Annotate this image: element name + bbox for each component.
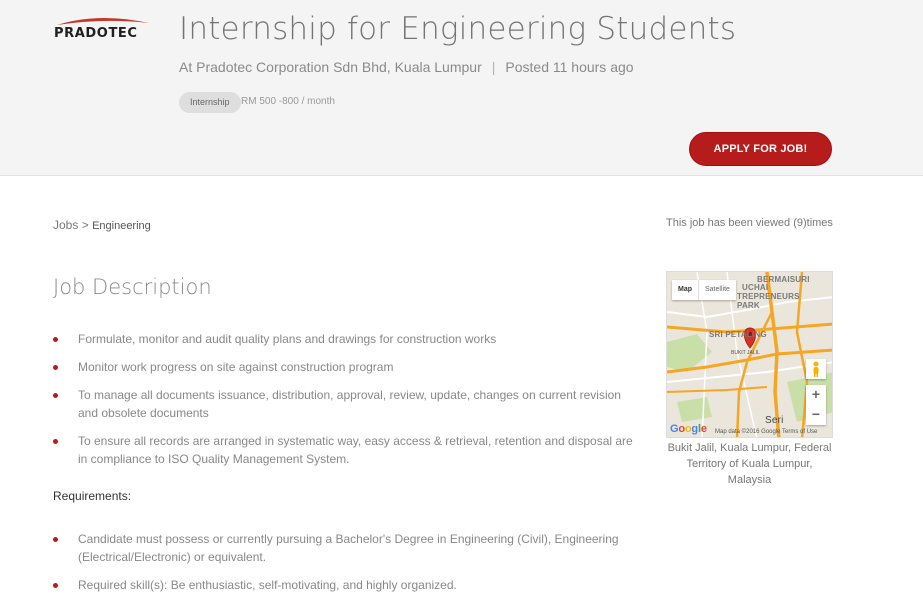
company-separator: | bbox=[491, 59, 496, 75]
breadcrumb: Jobs > Engineering bbox=[53, 218, 151, 232]
street-view-pegman-icon[interactable] bbox=[806, 359, 826, 379]
bullet-icon bbox=[53, 439, 58, 444]
bullet-icon bbox=[53, 365, 58, 370]
bullet-icon bbox=[53, 537, 58, 542]
google-logo-letter: e bbox=[700, 423, 707, 435]
map-label-seri: Seri bbox=[765, 415, 784, 426]
zoom-out-button[interactable]: − bbox=[806, 405, 826, 425]
map-type-tabs: Map Satellite bbox=[672, 280, 736, 300]
list-item: Formulate, monitor and audit quality pla… bbox=[53, 330, 643, 348]
company-line: At Pradotec Corporation Sdn Bhd, Kuala L… bbox=[179, 59, 634, 75]
company-location[interactable]: At Pradotec Corporation Sdn Bhd, Kuala L… bbox=[179, 59, 482, 75]
bullet-icon bbox=[53, 393, 58, 398]
map-label-trepreneurs: TREPRENEURS bbox=[737, 292, 800, 301]
breadcrumb-separator: > bbox=[81, 218, 89, 232]
posted-time: Posted 11 hours ago bbox=[505, 59, 634, 75]
logo-text: PRADOTEC bbox=[54, 26, 138, 41]
list-item-text: To ensure all records are arranged in sy… bbox=[78, 434, 633, 466]
bullet-icon bbox=[53, 337, 58, 342]
list-item-text: Required skill(s): Be enthusiastic, self… bbox=[78, 578, 457, 592]
map-tab[interactable]: Map bbox=[672, 280, 698, 300]
job-header: PRADOTEC Internship for Engineering Stud… bbox=[0, 0, 923, 176]
breadcrumb-current[interactable]: Engineering bbox=[92, 220, 151, 232]
job-description-list: Formulate, monitor and audit quality pla… bbox=[53, 330, 643, 478]
apply-for-job-button[interactable]: APPLY FOR JOB! bbox=[689, 132, 832, 166]
list-item-text: Monitor work progress on site against co… bbox=[78, 360, 394, 374]
job-type-badge: Internship bbox=[179, 92, 241, 113]
breadcrumb-jobs-link[interactable]: Jobs bbox=[53, 218, 78, 232]
job-title: Internship for Engineering Students bbox=[179, 11, 737, 47]
address-line: Bukit Jalil, Kuala Lumpur, Federal bbox=[667, 442, 832, 454]
list-item: To manage all documents issuance, distri… bbox=[53, 386, 643, 422]
view-count: This job has been viewed (9)times bbox=[666, 217, 833, 229]
map-label-uchai: UCHAI bbox=[742, 283, 769, 292]
map-attribution[interactable]: Map data ©2016 Google Terms of Use bbox=[715, 429, 817, 435]
list-item: Required skill(s): Be enthusiastic, self… bbox=[53, 576, 643, 594]
salary-range: RM 500 -800 / month bbox=[241, 96, 335, 107]
google-logo: Google bbox=[670, 423, 707, 435]
zoom-controls: + − bbox=[806, 385, 826, 425]
company-logo[interactable]: PRADOTEC bbox=[53, 14, 153, 44]
list-item-text: Formulate, monitor and audit quality pla… bbox=[78, 332, 497, 346]
pegman-icon bbox=[813, 361, 819, 377]
map-label-bukit-jalil: BUKIT JALIL bbox=[731, 350, 760, 356]
satellite-tab[interactable]: Satellite bbox=[698, 280, 736, 300]
list-item-text: To manage all documents issuance, distri… bbox=[78, 388, 621, 420]
requirements-list: Candidate must possess or currently purs… bbox=[53, 530, 643, 603]
map-label-sri-petaling: SRI PETALING bbox=[709, 330, 767, 339]
map-label-park: PARK bbox=[737, 301, 760, 310]
list-item: Candidate must possess or currently purs… bbox=[53, 530, 643, 566]
map-location-address: Bukit Jalil, Kuala Lumpur, Federal Terri… bbox=[666, 440, 833, 488]
location-map[interactable]: Map Satellite BERMAISURI UCHAI TREPRENEU… bbox=[666, 271, 833, 438]
zoom-in-button[interactable]: + bbox=[806, 385, 826, 405]
address-line: Territory of Kuala Lumpur, bbox=[686, 458, 813, 470]
list-item: To ensure all records are arranged in sy… bbox=[53, 432, 643, 468]
list-item-text: Candidate must possess or currently purs… bbox=[78, 532, 619, 564]
address-line: Malaysia bbox=[727, 474, 772, 486]
list-item: Monitor work progress on site against co… bbox=[53, 358, 643, 376]
requirements-heading: Requirements: bbox=[53, 489, 132, 503]
job-description-heading: Job Description bbox=[53, 275, 212, 299]
bullet-icon bbox=[53, 583, 58, 588]
